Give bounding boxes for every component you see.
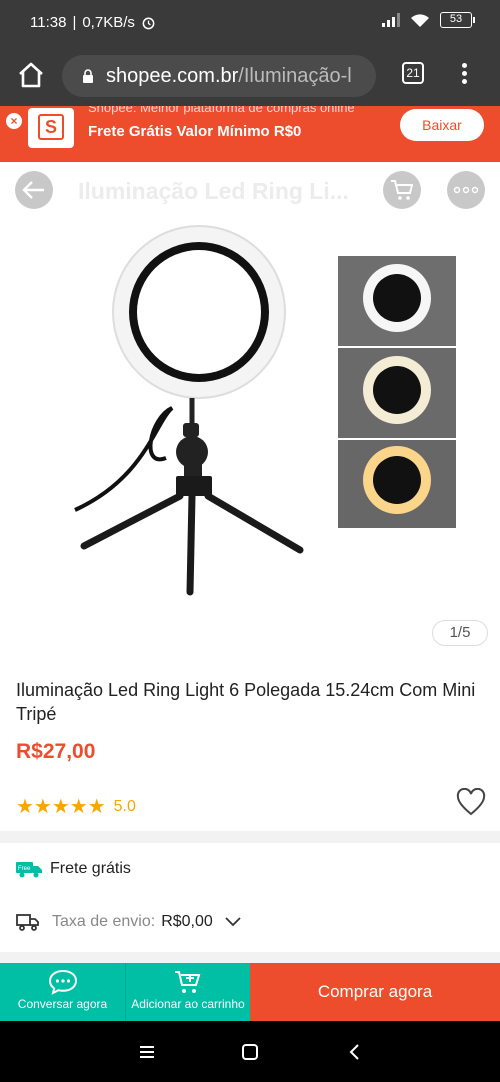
- product-image: [74, 225, 456, 596]
- promo-headline: Frete Grátis Valor Mínimo R$0: [88, 123, 302, 140]
- star-rating-icons: ★★★★★: [16, 796, 106, 818]
- add-to-cart-icon: [175, 971, 201, 993]
- add-to-cart-label: Adicionar ao carrinho: [131, 997, 245, 1011]
- product-title: Iluminação Led Ring Light 6 Polegada 15.…: [16, 680, 476, 724]
- network-speed: 0,7KB/s: [82, 14, 135, 31]
- shipping-fee-label: Taxa de envio:: [52, 913, 156, 930]
- add-to-cart-button[interactable]: Adicionar ao carrinho: [125, 963, 250, 1021]
- back-button[interactable]: [15, 171, 53, 209]
- alarm-icon: [142, 17, 155, 30]
- truck-icon: [16, 914, 39, 931]
- chat-icon: [48, 969, 77, 995]
- more-icon: [453, 186, 479, 194]
- back-nav-icon[interactable]: [344, 1041, 366, 1063]
- browser-menu-icon[interactable]: [454, 60, 474, 88]
- system-nav-bar: [0, 1021, 500, 1082]
- recent-apps-icon[interactable]: [136, 1041, 158, 1063]
- free-shipping-row: Free Frete grátis: [16, 860, 131, 878]
- download-button[interactable]: Baixar: [400, 109, 484, 141]
- product-image-gallery[interactable]: 1/5: [0, 218, 500, 658]
- address-bar[interactable]: shopee.com.br/Iluminação-l: [62, 55, 376, 97]
- buy-now-button[interactable]: Comprar agora: [250, 963, 500, 1021]
- more-options-button[interactable]: [447, 171, 485, 209]
- signal-icon: [382, 13, 400, 27]
- cart-button[interactable]: [383, 171, 421, 209]
- promo-subline: Shopee: Melhor plataforma de compras onl…: [88, 106, 355, 115]
- tabs-count-button[interactable]: 21: [402, 62, 424, 84]
- url-domain: shopee.com.br: [106, 64, 239, 87]
- shipping-fee-row[interactable]: Taxa de envio: R$0,00: [16, 912, 241, 932]
- status-bar: 11:38 | 0,7KB/s 53: [0, 0, 500, 46]
- wifi-icon: [411, 13, 429, 27]
- arrow-left-icon: [22, 181, 44, 199]
- free-shipping-truck-icon: Free: [16, 862, 42, 878]
- chat-now-button[interactable]: Conversar agora: [0, 963, 125, 1021]
- header-title: Iluminação Led Ring Li...: [78, 178, 349, 204]
- section-divider: [0, 831, 500, 843]
- svg-text:Free: Free: [18, 866, 31, 872]
- chat-now-label: Conversar agora: [17, 997, 108, 1011]
- lock-icon: [83, 69, 93, 83]
- rating-value: 5.0: [113, 797, 136, 815]
- shipping-fee-value: R$0,00: [161, 913, 213, 930]
- product-header: Iluminação Led Ring Li...: [0, 162, 500, 218]
- chevron-down-icon: [225, 917, 241, 927]
- url-path: /Iluminação-l: [238, 64, 352, 87]
- app-promo-banner: × S Shopee: Melhor plataforma de compras…: [0, 106, 500, 162]
- close-icon[interactable]: ×: [6, 113, 22, 129]
- section-divider: [0, 952, 500, 963]
- browser-toolbar: shopee.com.br/Iluminação-l 21: [0, 46, 500, 106]
- battery-icon: 53: [440, 12, 475, 28]
- free-shipping-label: Frete grátis: [50, 860, 131, 877]
- image-counter: 1/5: [432, 620, 488, 646]
- bottom-action-bar: Conversar agora Adicionar ao carrinho Co…: [0, 963, 500, 1021]
- heart-icon[interactable]: [456, 788, 486, 816]
- cart-icon: [391, 180, 414, 200]
- product-price: R$27,00: [16, 740, 96, 763]
- home-icon[interactable]: [14, 58, 48, 92]
- home-nav-icon[interactable]: [239, 1041, 261, 1063]
- product-rating[interactable]: ★★★★★ 5.0: [16, 794, 136, 819]
- shopee-logo: S: [28, 108, 74, 148]
- status-time: 11:38: [30, 14, 67, 31]
